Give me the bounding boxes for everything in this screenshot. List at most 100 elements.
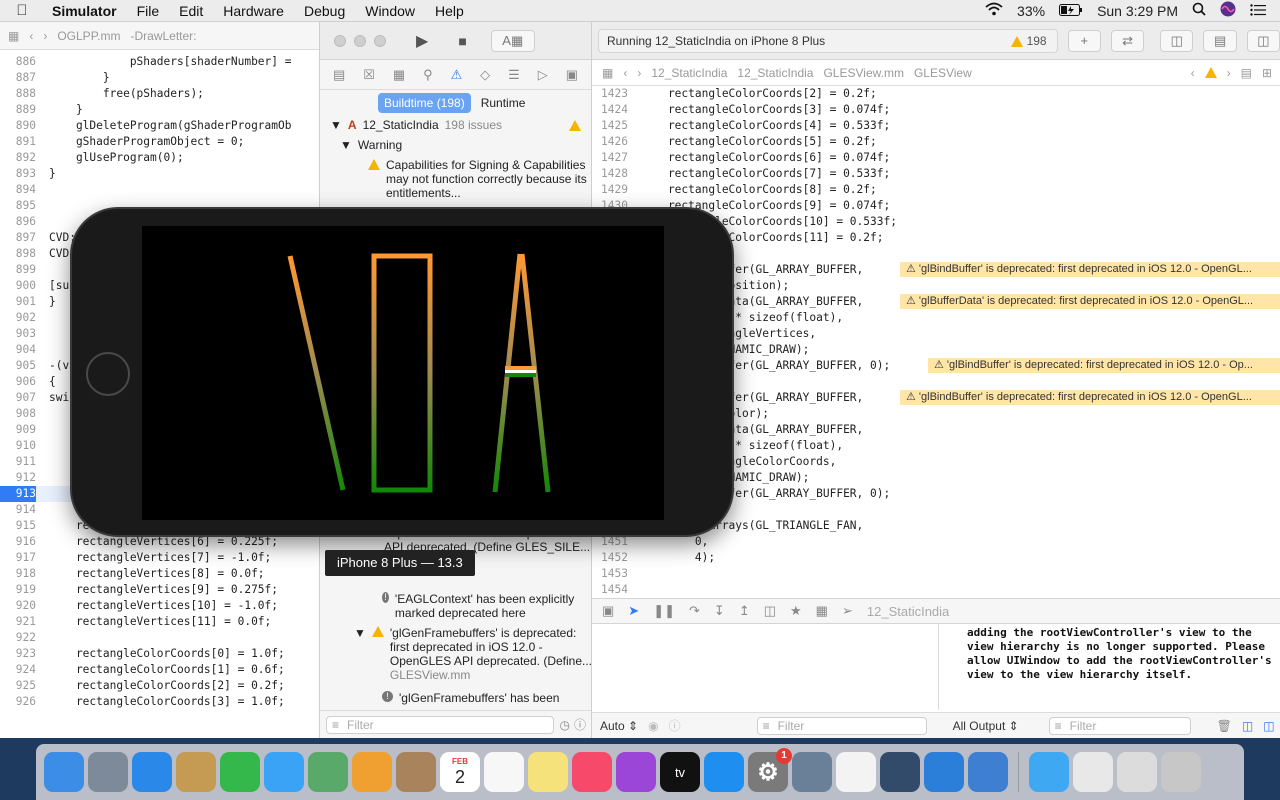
warning-icon[interactable]	[1204, 67, 1217, 78]
breakpoint-icon[interactable]: ▷	[538, 67, 548, 83]
eye-icon[interactable]: ◉	[648, 719, 658, 733]
view-debugger-icon[interactable]: ◫	[764, 603, 776, 619]
dock-launchpad-icon[interactable]	[88, 752, 128, 792]
grid-icon[interactable]: ▦	[602, 66, 613, 80]
code-line[interactable]: 887 }	[0, 70, 319, 86]
toggle-inspector-button[interactable]: ◫	[1246, 29, 1280, 52]
minimize-window-button[interactable]	[354, 34, 366, 47]
code-line[interactable]: 1453	[592, 566, 1280, 582]
dock-safari-icon[interactable]	[132, 752, 172, 792]
symbol-icon[interactable]: ▦	[393, 67, 405, 83]
apple-icon[interactable]: 	[0, 2, 44, 19]
dock-downloads-icon[interactable]	[1029, 752, 1069, 792]
back-arrow-icon[interactable]: ‹	[29, 29, 33, 43]
code-line[interactable]: 919 rectangleVertices[9] = 0.275f;	[0, 582, 319, 598]
jump-symbol[interactable]: -DrawLetter:	[130, 29, 196, 43]
auto-variables-select[interactable]: Auto ⇕	[600, 719, 638, 733]
dock-desktop-icon[interactable]	[1073, 752, 1113, 792]
warning-count-badge[interactable]: 198	[1010, 34, 1057, 48]
dock-image-capture-icon[interactable]	[792, 752, 832, 792]
trash-console-icon[interactable]: 🗑	[1217, 719, 1232, 733]
issue-warning-icon[interactable]: ⚠	[451, 67, 463, 83]
grid-icon[interactable]: ▦	[8, 29, 19, 43]
stop-icon[interactable]: ■	[458, 33, 466, 49]
dock-tv-icon[interactable]: tv	[660, 752, 700, 792]
battery-icon[interactable]	[1059, 3, 1083, 19]
dock-music-icon[interactable]	[572, 752, 612, 792]
inline-issue-banner[interactable]: ⚠ 'glBindBuffer' is deprecated: first de…	[928, 358, 1280, 373]
split-view-right-icon[interactable]: ◫	[1263, 719, 1274, 733]
inline-issue-banner[interactable]: ⚠ 'glBufferData' is deprecated: first de…	[900, 294, 1280, 309]
find-icon[interactable]: ⚲	[423, 67, 433, 83]
issue-nav-back-icon[interactable]: ‹	[1191, 66, 1195, 80]
add-editor-icon[interactable]: ⊞	[1262, 66, 1272, 80]
spotlight-search-icon[interactable]	[1192, 2, 1206, 19]
location-icon[interactable]: ➢	[842, 603, 853, 619]
clock[interactable]: Sun 3:29 PM	[1097, 3, 1178, 19]
code-line[interactable]: 1427 rectangleColorCoords[6] = 0.074f;	[592, 150, 1280, 166]
toggle-navigator-button[interactable]: ◫	[1160, 29, 1194, 52]
code-line[interactable]: 886 pShaders[shaderNumber] =	[0, 54, 319, 70]
breadcrumb-class[interactable]: GLESView	[914, 66, 972, 80]
code-line[interactable]: 922	[0, 630, 319, 646]
menu-file[interactable]: File	[127, 3, 170, 19]
wifi-icon[interactable]	[985, 2, 1003, 19]
code-line[interactable]: 1425 rectangleColorCoords[4] = 0.533f;	[592, 118, 1280, 134]
clock-filter-icon[interactable]: ◷	[560, 718, 570, 732]
inline-issue-banner[interactable]: ⚠ 'glBindBuffer' is deprecated: first de…	[900, 262, 1280, 277]
dock-trash-icon[interactable]	[1161, 752, 1201, 792]
issue-glgenframebuffers[interactable]: ▼ 'glGenFramebuffers' is deprecated: fir…	[320, 626, 591, 682]
navigator-filter-input[interactable]: ≡ Filter	[326, 715, 554, 734]
code-line[interactable]: 893}	[0, 166, 319, 182]
step-out-icon[interactable]: ↥	[739, 603, 750, 619]
warning-group-row[interactable]: ▼ Warning	[320, 138, 591, 152]
related-items-icon[interactable]: ▤	[1241, 66, 1252, 80]
code-line[interactable]: 921 rectangleVertices[11] = 0.0f;	[0, 614, 319, 630]
step-into-icon[interactable]: ↧	[714, 603, 725, 619]
menu-app-simulator[interactable]: Simulator	[44, 3, 127, 19]
code-line[interactable]: 890 glDeleteProgram(gShaderProgramOb	[0, 118, 319, 134]
dock-system-preferences-icon[interactable]: ⚙ 1	[748, 748, 792, 792]
code-line[interactable]: 1451 0,	[592, 534, 1280, 550]
environment-overrides-icon[interactable]: ▦	[816, 603, 828, 619]
jump-file[interactable]: OGLPP.mm	[57, 29, 120, 43]
breadcrumb-folder[interactable]: 12_StaticIndia	[737, 66, 813, 80]
issue-eaglcontext-note[interactable]: ! 'EAGLContext' has been explicitly mark…	[320, 592, 591, 620]
home-button[interactable]	[86, 352, 130, 396]
menu-edit[interactable]: Edit	[169, 3, 213, 19]
split-view-left-icon[interactable]: ◫	[1242, 719, 1253, 733]
report-icon[interactable]: ▣	[566, 67, 578, 83]
menu-hardware[interactable]: Hardware	[213, 3, 294, 19]
dock-simulator-icon[interactable]	[968, 752, 1008, 792]
code-line[interactable]: 888 free(pShaders);	[0, 86, 319, 102]
notification-center-icon[interactable]	[1250, 3, 1266, 19]
breadcrumb-file[interactable]: GLESView.mm	[823, 66, 903, 80]
disclosure-open-icon[interactable]: ▼	[354, 626, 366, 682]
step-over-icon[interactable]: ↷	[689, 603, 700, 619]
toggle-debug-area-button[interactable]: ▤	[1203, 29, 1237, 52]
add-library-button[interactable]: +	[1067, 29, 1101, 52]
dock-photos-icon[interactable]	[352, 752, 392, 792]
error-filter-icon[interactable]: ⓘ	[574, 716, 586, 733]
dock-notes-icon[interactable]	[528, 752, 568, 792]
tab-buildtime[interactable]: Buildtime (198)	[378, 93, 471, 113]
code-line[interactable]: 892 glUseProgram(0);	[0, 150, 319, 166]
close-window-button[interactable]	[334, 34, 346, 47]
memory-graph-icon[interactable]: ★	[790, 603, 802, 619]
menu-help[interactable]: Help	[425, 3, 474, 19]
inline-issue-banner[interactable]: ⚠ 'glBindBuffer' is deprecated: first de…	[900, 390, 1280, 405]
pause-icon[interactable]: ❚❚	[653, 603, 675, 619]
tab-runtime[interactable]: Runtime	[481, 96, 526, 110]
code-line[interactable]: 920 rectangleVertices[10] = -1.0f;	[0, 598, 319, 614]
source-control-icon[interactable]: ☒	[363, 67, 375, 83]
all-output-select[interactable]: All Output ⇕	[953, 719, 1019, 733]
code-line[interactable]: 889 }	[0, 102, 319, 118]
code-line[interactable]: 918 rectangleVertices[8] = 0.0f;	[0, 566, 319, 582]
test-icon[interactable]: ◇	[480, 67, 490, 83]
disclosure-open-icon[interactable]: ▼	[340, 138, 352, 152]
back-arrow-icon[interactable]: ‹	[623, 66, 627, 80]
code-line[interactable]: 1429 rectangleColorCoords[8] = 0.2f;	[592, 182, 1280, 198]
dock-preview-icon[interactable]	[176, 752, 216, 792]
code-line[interactable]: 1452 4);	[592, 550, 1280, 566]
breadcrumb-project[interactable]: 12_StaticIndia	[651, 66, 727, 80]
